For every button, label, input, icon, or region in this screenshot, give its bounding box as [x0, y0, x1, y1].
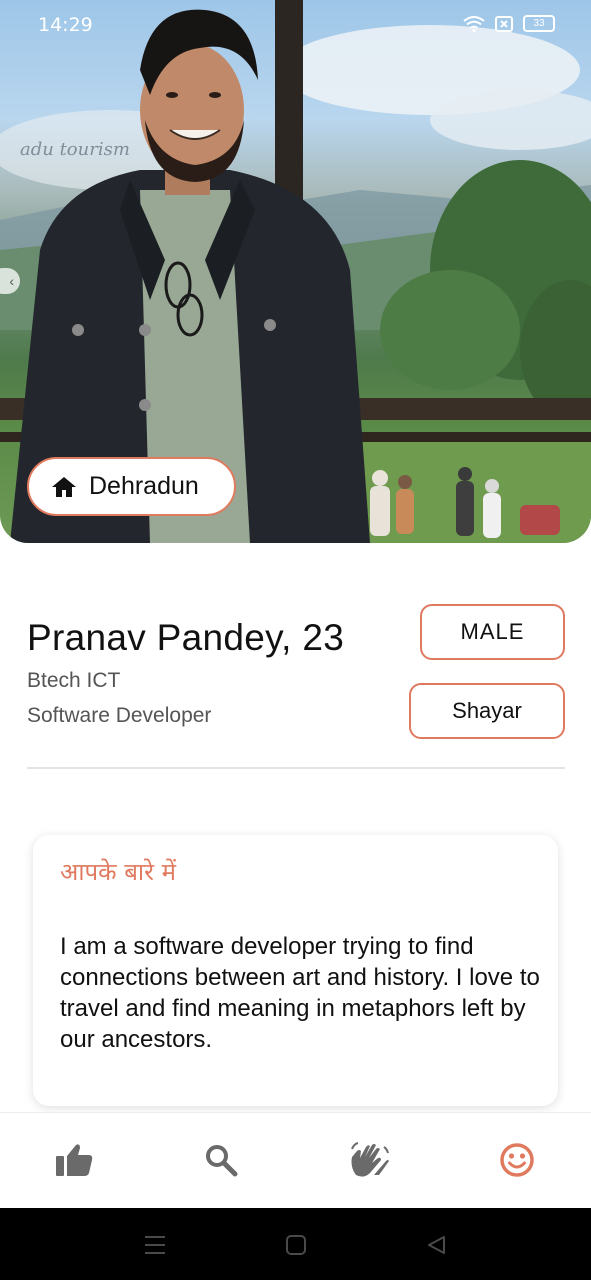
gender-tag: MALE	[420, 604, 565, 660]
about-text: I am a software developer trying to find…	[60, 933, 540, 1053]
system-navigation-bar	[0, 1208, 591, 1280]
status-icons: 33	[463, 15, 555, 32]
status-time: 14:29	[38, 14, 93, 36]
home-square-icon	[286, 1235, 306, 1255]
search-icon	[206, 1145, 238, 1177]
section-divider	[27, 767, 565, 769]
system-back-button[interactable]	[421, 1230, 451, 1260]
nav-profile-button[interactable]	[492, 1135, 542, 1185]
about-heading: आपके बारे में	[60, 858, 176, 886]
location-label: Dehradun	[89, 472, 199, 500]
nav-like-button[interactable]	[49, 1135, 99, 1185]
smiley-profile-icon	[500, 1143, 534, 1177]
hobby-tag: Shayar	[409, 683, 565, 739]
about-card: आपके बारे में I am a software developer …	[33, 835, 558, 1106]
home-icon	[52, 476, 76, 497]
bottom-navigation	[0, 1112, 591, 1208]
battery-icon: 33	[523, 15, 555, 32]
profile-name-age: Pranav Pandey, 23	[27, 617, 345, 658]
sim-icon	[495, 15, 513, 32]
nav-search-button[interactable]	[196, 1135, 246, 1185]
profile-photo[interactable]: adu tourism 14:29 33 ‹ Dehradun	[0, 0, 591, 543]
profile-education: Btech ICT	[27, 669, 121, 692]
nav-connections-button[interactable]	[344, 1135, 394, 1185]
menu-icon	[145, 1236, 165, 1254]
back-triangle-icon	[428, 1236, 445, 1254]
system-home-button[interactable]	[281, 1230, 311, 1260]
wifi-icon	[463, 15, 485, 32]
svg-text:adu tourism: adu tourism	[20, 139, 130, 160]
thumbs-up-icon	[56, 1144, 93, 1176]
location-badge: Dehradun	[27, 457, 236, 516]
status-bar: 14:29 33	[0, 0, 591, 52]
wave-hands-icon	[351, 1142, 389, 1177]
profile-occupation: Software Developer	[27, 704, 212, 727]
system-menu-button[interactable]	[140, 1230, 170, 1260]
